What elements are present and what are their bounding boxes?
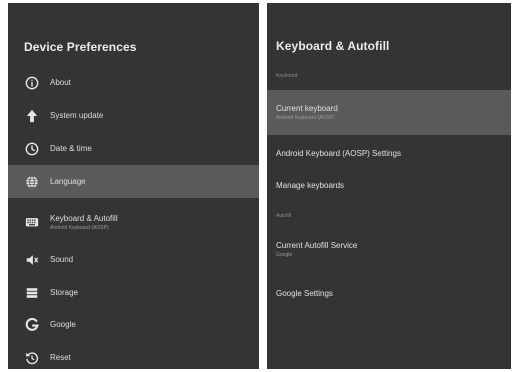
globe-icon bbox=[24, 174, 40, 190]
manage-keyboards-label: Manage keyboards bbox=[276, 180, 345, 190]
menu-item-sound[interactable]: Sound bbox=[8, 243, 259, 276]
menu-item-google[interactable]: Google bbox=[8, 308, 259, 341]
menu-label-storage: Storage bbox=[50, 288, 79, 297]
menu-label-reset: Reset bbox=[50, 353, 71, 362]
manage-keyboards-item[interactable]: Manage keyboards bbox=[267, 170, 511, 200]
aosp-keyboard-settings-item[interactable]: Android Keyboard (AOSP) Settings bbox=[267, 138, 511, 168]
menu-item-language[interactable]: Language bbox=[8, 165, 259, 198]
menu-label-language: Language bbox=[50, 177, 86, 186]
menu-sub-keyboard-autofill: Android Keyboard (AOSP) bbox=[50, 224, 109, 231]
speaker-icon bbox=[24, 252, 40, 268]
google-icon bbox=[24, 317, 40, 333]
current-keyboard-label: Current keyboard bbox=[276, 104, 338, 113]
menu-item-reset[interactable]: Reset bbox=[8, 341, 259, 369]
google-settings-label: Google Settings bbox=[276, 288, 333, 298]
autofill-service-label: Current Autofill Service bbox=[276, 240, 358, 250]
current-keyboard-value: Android Keyboard (AOSP) bbox=[276, 115, 335, 121]
menu-label-sound: Sound bbox=[50, 255, 74, 264]
menu-item-storage[interactable]: Storage bbox=[8, 276, 259, 309]
menu-item-date-time[interactable]: Date & time bbox=[8, 132, 259, 165]
info-icon bbox=[24, 75, 40, 91]
storage-icon bbox=[24, 285, 40, 301]
section-header-keyboard: Keyboard bbox=[276, 73, 298, 79]
menu-label-about: About bbox=[50, 78, 71, 87]
menu-item-about[interactable]: About bbox=[8, 66, 259, 99]
reset-icon bbox=[24, 350, 40, 366]
page-title: Device Preferences bbox=[24, 40, 137, 54]
autofill-service-item[interactable]: Current Autofill Service Google bbox=[267, 233, 511, 265]
arrow-up-icon bbox=[24, 108, 40, 124]
menu-item-system-update[interactable]: System update bbox=[8, 99, 259, 132]
menu-item-keyboard-autofill[interactable]: Keyboard & Autofill Android Keyboard (AO… bbox=[8, 203, 259, 241]
menu-label-date-time: Date & time bbox=[50, 144, 92, 153]
clock-icon bbox=[24, 141, 40, 157]
aosp-keyboard-settings-label: Android Keyboard (AOSP) Settings bbox=[276, 148, 401, 158]
menu-label-system-update: System update bbox=[50, 111, 104, 120]
section-header-autofill: Autofill bbox=[276, 213, 292, 219]
device-preferences-panel: Device Preferences About System update D… bbox=[8, 3, 259, 369]
page-title: Keyboard & Autofill bbox=[276, 39, 390, 53]
menu-label-keyboard-autofill: Keyboard & Autofill bbox=[50, 213, 118, 223]
keyboard-autofill-panel: Keyboard & Autofill Keyboard Current key… bbox=[267, 3, 511, 369]
google-settings-item[interactable]: Google Settings bbox=[267, 278, 511, 308]
menu-label-google: Google bbox=[50, 320, 76, 329]
keyboard-icon bbox=[24, 214, 40, 230]
current-keyboard-item[interactable]: Current keyboard Android Keyboard (AOSP) bbox=[267, 90, 511, 135]
autofill-service-value: Google bbox=[276, 251, 293, 258]
